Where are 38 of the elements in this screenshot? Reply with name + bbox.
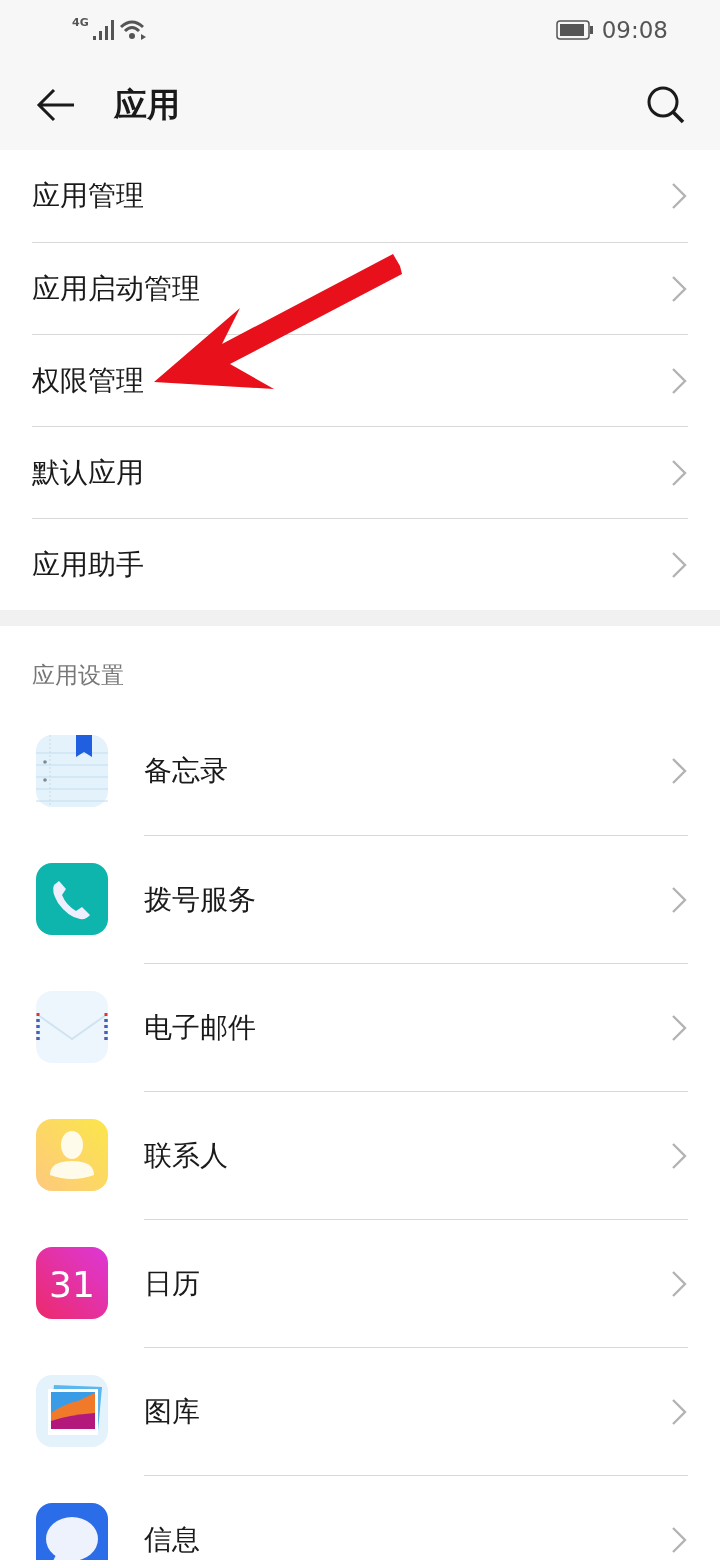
app-item[interactable]: 信息	[0, 1475, 720, 1560]
battery-icon	[555, 20, 594, 40]
signal-icon	[92, 20, 115, 40]
menu-item[interactable]: 应用管理	[32, 150, 688, 242]
chevron-icon	[670, 550, 688, 579]
chevron-icon	[670, 182, 688, 210]
chevron-icon	[670, 274, 688, 303]
gallery-app-icon	[36, 1375, 108, 1447]
chevron-icon	[670, 458, 688, 487]
app-item[interactable]: 电子邮件	[0, 963, 720, 1091]
chevron-icon	[670, 366, 688, 395]
memo-app-icon	[36, 735, 108, 807]
app-item[interactable]: 联系人	[0, 1091, 720, 1219]
phone-app-icon	[36, 863, 108, 935]
app-item[interactable]: 拨号服务	[0, 835, 720, 963]
wifi-icon	[118, 20, 147, 40]
chevron-icon	[670, 1525, 688, 1554]
network-type: 4G	[72, 16, 89, 29]
contacts-app-icon	[36, 1119, 108, 1191]
chevron-icon	[670, 1397, 688, 1426]
messages-app-icon	[36, 1503, 108, 1560]
chevron-icon	[670, 1141, 688, 1170]
chevron-icon	[670, 885, 688, 914]
section-heading: 应用设置	[31, 661, 125, 690]
clock: 09:08	[601, 17, 668, 43]
menu-item[interactable]: 应用助手	[32, 518, 688, 610]
icon-label: 31	[49, 1264, 95, 1305]
mail-app-icon	[36, 991, 108, 1063]
app-item[interactable]: 图库	[0, 1347, 720, 1475]
search-button[interactable]	[646, 85, 686, 125]
chevron-icon	[670, 1013, 688, 1042]
app-item[interactable]: 31 日历	[0, 1219, 720, 1347]
back-button[interactable]	[36, 87, 76, 123]
menu-item[interactable]: 默认应用	[32, 426, 688, 518]
chevron-icon	[670, 757, 688, 785]
chevron-icon	[670, 1269, 688, 1298]
app-item[interactable]: 备忘录	[0, 707, 720, 835]
page-title: 应用	[114, 83, 181, 126]
